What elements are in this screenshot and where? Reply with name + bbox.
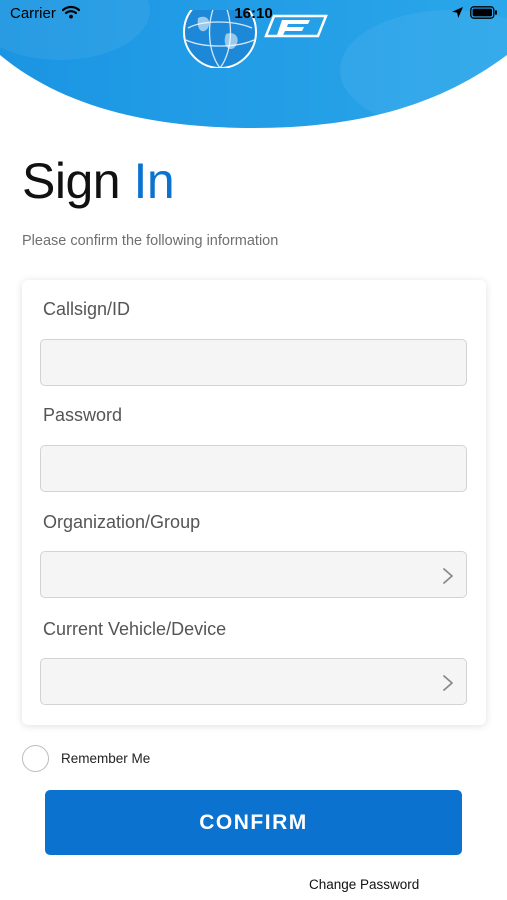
callsign-input[interactable] [41, 340, 466, 385]
title-accent: In [133, 153, 175, 209]
remember-me-label: Remember Me [61, 751, 151, 766]
chevron-right-icon [442, 674, 454, 697]
subtitle: Please confirm the following information [22, 233, 279, 249]
password-field-box [40, 445, 467, 492]
organization-label: Organization/Group [43, 512, 201, 532]
status-bar: Carrier 16:10 [0, 0, 507, 26]
remember-me-radio[interactable] [22, 745, 49, 772]
chevron-right-icon [442, 567, 454, 590]
change-password-link[interactable]: Change Password [309, 877, 419, 892]
page-title: Sign In [22, 152, 175, 210]
callsign-label: Callsign/ID [43, 299, 131, 319]
status-time: 16:10 [234, 5, 273, 22]
organization-select[interactable] [40, 551, 467, 598]
battery-icon [470, 6, 498, 24]
password-label: Password [43, 405, 123, 425]
callsign-field-box [40, 339, 467, 386]
confirm-button[interactable]: CONFIRM [45, 790, 462, 855]
vehicle-select[interactable] [40, 658, 467, 705]
vehicle-label: Current Vehicle/Device [43, 619, 227, 639]
title-primary: Sign [22, 153, 121, 209]
password-input[interactable] [41, 446, 466, 491]
signin-form-card: Callsign/ID Password Organization/Group … [22, 280, 486, 725]
location-arrow-icon [451, 6, 464, 24]
